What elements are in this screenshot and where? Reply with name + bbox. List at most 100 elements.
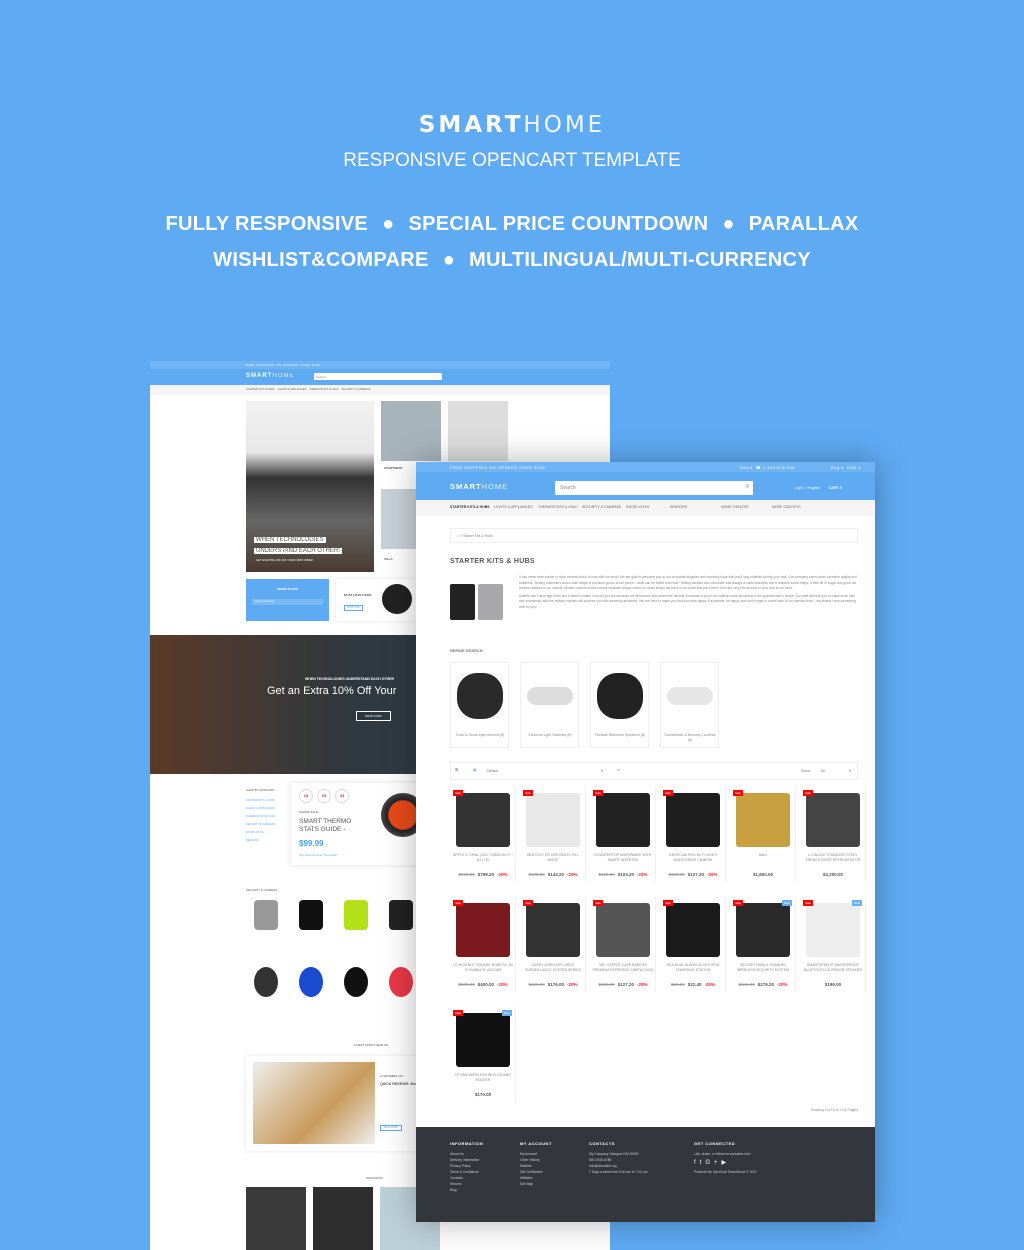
product-image[interactable] [456,793,510,847]
register-link[interactable]: Register [807,486,820,490]
product-name[interactable]: LOREX WIRELESS VIDEO SURVEILLANCE SYSTEM… [522,963,584,973]
nav-item[interactable]: THERMOSTATS & HVAC [309,388,338,391]
product-image[interactable] [596,903,650,957]
product-card[interactable]: Sale BEATS BY DR DRE BEATS PILL WHITE $179… [520,787,586,882]
sort-select[interactable]: Default [487,769,498,773]
product-image[interactable] [806,903,860,957]
nav-item[interactable]: HOME THEATER [721,505,772,511]
category-link[interactable]: LIGHTS & APPLIANCES [246,805,275,813]
category-link[interactable]: SENSORS [246,837,275,845]
limit-select[interactable]: 50 [821,769,825,773]
product-card[interactable] [336,896,376,956]
desk-image[interactable] [448,401,508,461]
product-name[interactable]: RCA DUAL ALARM CLOCK IPOD CHARGING STATI… [662,963,724,973]
nav-item[interactable]: DOOR LOCKS [626,505,670,511]
product-card[interactable]: Sale MR. COFFEE CAFÉ BARISTA PREMIUM ESPR… [590,897,656,992]
nav-item[interactable]: SENSORS [670,505,721,511]
product-name[interactable]: COUNTERTOP MICROWAVE WITH SMART INVERTER [592,853,654,863]
product-card[interactable]: Sale IMAC $1,600.00 [730,787,796,882]
product-image[interactable] [736,793,790,847]
email-link[interactable]: Email [740,465,753,470]
compare-icon[interactable]: ✕ [617,768,620,772]
instagram-photo[interactable] [313,1187,373,1250]
product-card[interactable]: Sale LG HOM BOT SQUARE ROBOTIC WI FI ENAB… [450,897,516,992]
product-card[interactable]: Sale New SMARTSPEED® WATERPROOF BLUETOOTH … [800,897,866,992]
product-image[interactable] [526,903,580,957]
refine-category[interactable]: Surveillance & Security Cameras (8) [660,662,719,748]
product-card[interactable]: Sale LOREX WIRELESS VIDEO SURVEILLANCE SY… [520,897,586,992]
language-select[interactable]: Eng [831,465,840,470]
product-image[interactable] [526,793,580,847]
nav-item[interactable]: LIGHTS & APPLIANCES [278,388,307,391]
product-card[interactable]: Sale DROPCAM PRO WI FI VIDEO MONITORING C… [660,787,726,882]
grid-view-icon[interactable]: ▦ [473,768,476,772]
product-card[interactable]: Sale RCA DUAL ALARM CLOCK IPOD CHARGING S… [660,897,726,992]
search-input[interactable]: Search ⚲ [555,481,753,495]
login-link[interactable]: Login [794,486,803,490]
product-card[interactable]: Sale New SECURITYMAN 4 CHANNEL WIRELESS SE… [730,897,796,992]
nav-item[interactable]: SECURITY & CAMERAS [582,505,626,511]
product-card[interactable] [246,963,286,1023]
product-name[interactable]: LG BLACK STAINLESS STEEL FRENCH DOOR REF… [802,853,864,863]
product-card[interactable] [381,896,421,956]
chevron-down-icon[interactable]: ▾ [849,769,851,773]
nav-item[interactable]: STARTER KITS & HUBS [450,505,494,511]
google-plus-icon[interactable]: G+ [705,1160,721,1166]
product-name[interactable]: TP LINK WIRELESS WI FI GIGABIT ROUTER [452,1073,514,1083]
product-name[interactable]: MR. COFFEE CAFÉ BARISTA PREMIUM ESPRESSO… [592,963,654,973]
shop-now-button[interactable]: SHOP NOW [356,711,391,721]
cart-button[interactable]: 🛒 CART: 0 [823,486,842,490]
product-name[interactable]: APPLE 9.7 IPAD (2017 128GB WI FI + 4G LT… [452,853,514,863]
nav-item[interactable]: SECURITY & CAMERAS [342,388,371,391]
refine-category[interactable]: Electrical Light Switches (8) [520,662,579,748]
chevron-down-icon[interactable]: ▾ [601,769,603,773]
nav-item[interactable]: THERMOSTATS & HVAC [538,505,582,511]
nav-item[interactable]: STARTER KITS & HUBS [246,388,275,391]
product-card[interactable]: Sale COUNTERTOP MICROWAVE WITH SMART INVE… [590,787,656,882]
category-link[interactable]: DOOR LOCKS [246,829,275,837]
logo[interactable]: SMARTHOME [450,482,508,491]
product-name[interactable]: LG HOM BOT SQUARE ROBOTIC WI FI ENABLED … [452,963,514,973]
product-card[interactable] [291,963,331,1023]
home-icon[interactable]: ⌂ [457,534,459,538]
product-image[interactable] [596,793,650,847]
product-name[interactable]: DROPCAM PRO WI FI VIDEO MONITORING CAMER… [662,853,724,863]
nav-item[interactable]: LIGHTS & APPLIANCES [494,505,538,511]
product-image[interactable] [666,903,720,957]
breadcrumb-item[interactable]: Starter Kits & Hubs [463,534,493,538]
product-image[interactable] [736,903,790,957]
product-card[interactable] [246,896,286,956]
product-card[interactable]: Sale APPLE 9.7 IPAD (2017 128GB WI FI + 4… [450,787,516,882]
product-card[interactable] [381,963,421,1023]
product-image[interactable] [456,903,510,957]
footer-link[interactable]: Blog [450,1187,483,1193]
product-name[interactable]: SECURITYMAN 4 CHANNEL WIRELESS SECURITY … [732,963,794,973]
search-icon[interactable]: ⚲ [745,484,749,490]
product-name[interactable]: IMAC [732,853,794,858]
product-card[interactable]: Sale LG BLACK STAINLESS STEEL FRENCH DOOR… [800,787,866,882]
footer-link[interactable]: Site Map [520,1181,552,1187]
nav-item[interactable]: MORE GADGETS [772,505,823,511]
currency-select[interactable]: USD [847,465,857,470]
product-card[interactable]: Sale New TP LINK WIRELESS WI FI GIGABIT RO… [450,1007,516,1102]
product-name[interactable]: BEATS BY DR DRE BEATS PILL WHITE [522,853,584,863]
instagram-photo[interactable] [246,1187,306,1250]
category-link[interactable]: SECURITY & CAMERAS [246,821,275,829]
youtube-icon[interactable]: ▶ [722,1160,731,1166]
category-link[interactable]: STARTER KITS & HUBS [246,797,275,805]
product-image[interactable] [666,793,720,847]
kitchen-banner[interactable] [246,401,374,572]
product-image[interactable] [456,1013,510,1067]
apartment-image[interactable] [381,401,441,461]
refine-category[interactable]: Portable Bluetooth Speakers (8) [590,662,649,748]
product-name[interactable]: SMARTSPEED® WATERPROOF BLUETOOTH OUTDOOR… [802,963,864,973]
shop-now-button[interactable]: SHOP NOW [344,605,363,611]
product-card[interactable] [291,896,331,956]
refine-category[interactable]: Tools & Home Improvement (8) [450,662,509,748]
product-image[interactable] [806,793,860,847]
search-input[interactable]: Search [314,373,442,380]
list-view-icon[interactable]: ☰ [455,768,458,772]
deal-link[interactable]: Why Choose a Smart Thermostat? [299,854,337,857]
newsletter-input[interactable]: Enter Your Email [252,599,323,605]
product-card[interactable] [336,963,376,1023]
